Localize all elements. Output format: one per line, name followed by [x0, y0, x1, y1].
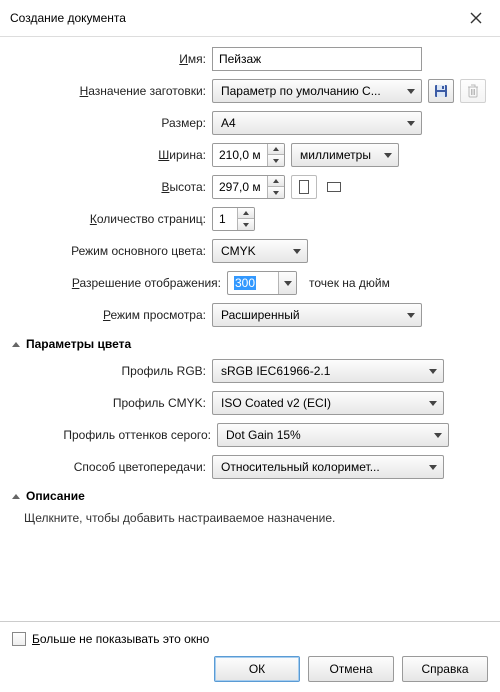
- arrow-down-icon: [273, 191, 279, 195]
- chevron-down-icon: [384, 153, 392, 158]
- height-step-up[interactable]: [268, 176, 284, 187]
- colormode-label: Режим основного цвета:: [12, 244, 212, 258]
- section-desc-title: Описание: [26, 489, 85, 503]
- resolution-units-label: точек на дюйм: [309, 276, 390, 290]
- units-value: миллиметры: [300, 148, 371, 162]
- rendering-intent-value: Относительный колоримет...: [221, 460, 380, 474]
- cmyk-profile-value: ISO Coated v2 (ECI): [221, 396, 331, 410]
- size-select[interactable]: A4: [212, 111, 422, 135]
- height-spinner[interactable]: [212, 175, 285, 199]
- colormode-value: CMYK: [221, 244, 256, 258]
- rgb-profile-select[interactable]: sRGB IEC61966-2.1: [212, 359, 444, 383]
- width-step-down[interactable]: [268, 155, 284, 166]
- landscape-icon: [327, 182, 341, 192]
- section-color-header[interactable]: Параметры цвета: [12, 337, 488, 351]
- intent-label: Способ цветопередачи:: [12, 460, 212, 474]
- pages-spinner[interactable]: [212, 207, 255, 231]
- save-preset-button[interactable]: [428, 79, 454, 103]
- viewmode-select[interactable]: Расширенный: [212, 303, 422, 327]
- dialog-content: Имя: Назначение заготовки: Параметр по у…: [0, 37, 500, 525]
- arrow-up-icon: [243, 211, 249, 215]
- cancel-button[interactable]: Отмена: [308, 656, 394, 682]
- cmyk-profile-label: Профиль CMYK:: [12, 396, 212, 410]
- colormode-select[interactable]: CMYK: [212, 239, 308, 263]
- gray-profile-select[interactable]: Dot Gain 15%: [217, 423, 449, 447]
- preset-select[interactable]: Параметр по умолчанию C...: [212, 79, 422, 103]
- resolution-combo[interactable]: 300: [227, 271, 297, 295]
- pages-input[interactable]: [213, 208, 237, 230]
- chevron-down-icon: [434, 433, 442, 438]
- chevron-down-icon: [407, 89, 415, 94]
- ok-button[interactable]: ОК: [214, 656, 300, 682]
- width-input[interactable]: [213, 144, 267, 166]
- chevron-down-icon: [407, 121, 415, 126]
- window-title: Создание документа: [10, 11, 126, 25]
- size-value: A4: [221, 116, 236, 130]
- resolution-label: Разрешение отображения:: [12, 276, 227, 290]
- close-icon: [470, 12, 482, 24]
- height-step-down[interactable]: [268, 187, 284, 198]
- height-input[interactable]: [213, 176, 267, 198]
- gray-profile-label: Профиль оттенков серого:: [12, 428, 217, 442]
- viewmode-value: Расширенный: [221, 308, 300, 322]
- portrait-icon: [299, 180, 309, 194]
- close-button[interactable]: [460, 6, 492, 30]
- description-placeholder[interactable]: Щелкните, чтобы добавить настраиваемое н…: [24, 511, 488, 525]
- dialog-footer: Больше не показывать это окно ОК Отмена …: [0, 621, 500, 692]
- trash-icon: [467, 84, 479, 98]
- chevron-up-icon: [12, 494, 20, 499]
- arrow-up-icon: [273, 147, 279, 151]
- preset-label: Назначение заготовки:: [12, 84, 212, 98]
- pages-step-down[interactable]: [238, 219, 254, 230]
- orientation-portrait-button[interactable]: [291, 175, 317, 199]
- orientation-landscape-button[interactable]: [323, 177, 345, 197]
- arrow-up-icon: [273, 179, 279, 183]
- arrow-down-icon: [273, 159, 279, 163]
- width-step-up[interactable]: [268, 144, 284, 155]
- width-label: Ширина:: [12, 148, 212, 162]
- rgb-profile-value: sRGB IEC61966-2.1: [221, 364, 330, 378]
- cmyk-profile-select[interactable]: ISO Coated v2 (ECI): [212, 391, 444, 415]
- pages-step-up[interactable]: [238, 208, 254, 219]
- chevron-down-icon: [407, 313, 415, 318]
- pages-label: Количество страниц:: [12, 212, 212, 226]
- chevron-down-icon: [429, 465, 437, 470]
- chevron-down-icon: [429, 401, 437, 406]
- units-select[interactable]: миллиметры: [291, 143, 399, 167]
- resolution-value: 300: [234, 276, 256, 290]
- section-color-title: Параметры цвета: [26, 337, 131, 351]
- rendering-intent-select[interactable]: Относительный колоримет...: [212, 455, 444, 479]
- save-icon: [434, 84, 448, 98]
- titlebar: Создание документа: [0, 0, 500, 37]
- size-label: Размер:: [12, 116, 212, 130]
- viewmode-label: Режим просмотра:: [12, 308, 212, 322]
- rgb-profile-label: Профиль RGB:: [12, 364, 212, 378]
- dont-show-label: Больше не показывать это окно: [32, 632, 209, 646]
- chevron-down-icon: [429, 369, 437, 374]
- height-label: Высота:: [12, 180, 212, 194]
- delete-preset-button: [460, 79, 486, 103]
- chevron-down-icon: [293, 249, 301, 254]
- width-spinner[interactable]: [212, 143, 285, 167]
- name-input[interactable]: [212, 47, 422, 71]
- chevron-up-icon: [12, 342, 20, 347]
- help-button[interactable]: Справка: [402, 656, 488, 682]
- preset-value: Параметр по умолчанию C...: [221, 84, 381, 98]
- dont-show-checkbox[interactable]: [12, 632, 26, 646]
- section-desc-header[interactable]: Описание: [12, 489, 488, 503]
- arrow-down-icon: [243, 223, 249, 227]
- resolution-dropdown-button[interactable]: [278, 272, 296, 294]
- gray-profile-value: Dot Gain 15%: [226, 428, 301, 442]
- name-label: Имя:: [12, 52, 212, 66]
- chevron-down-icon: [284, 281, 292, 286]
